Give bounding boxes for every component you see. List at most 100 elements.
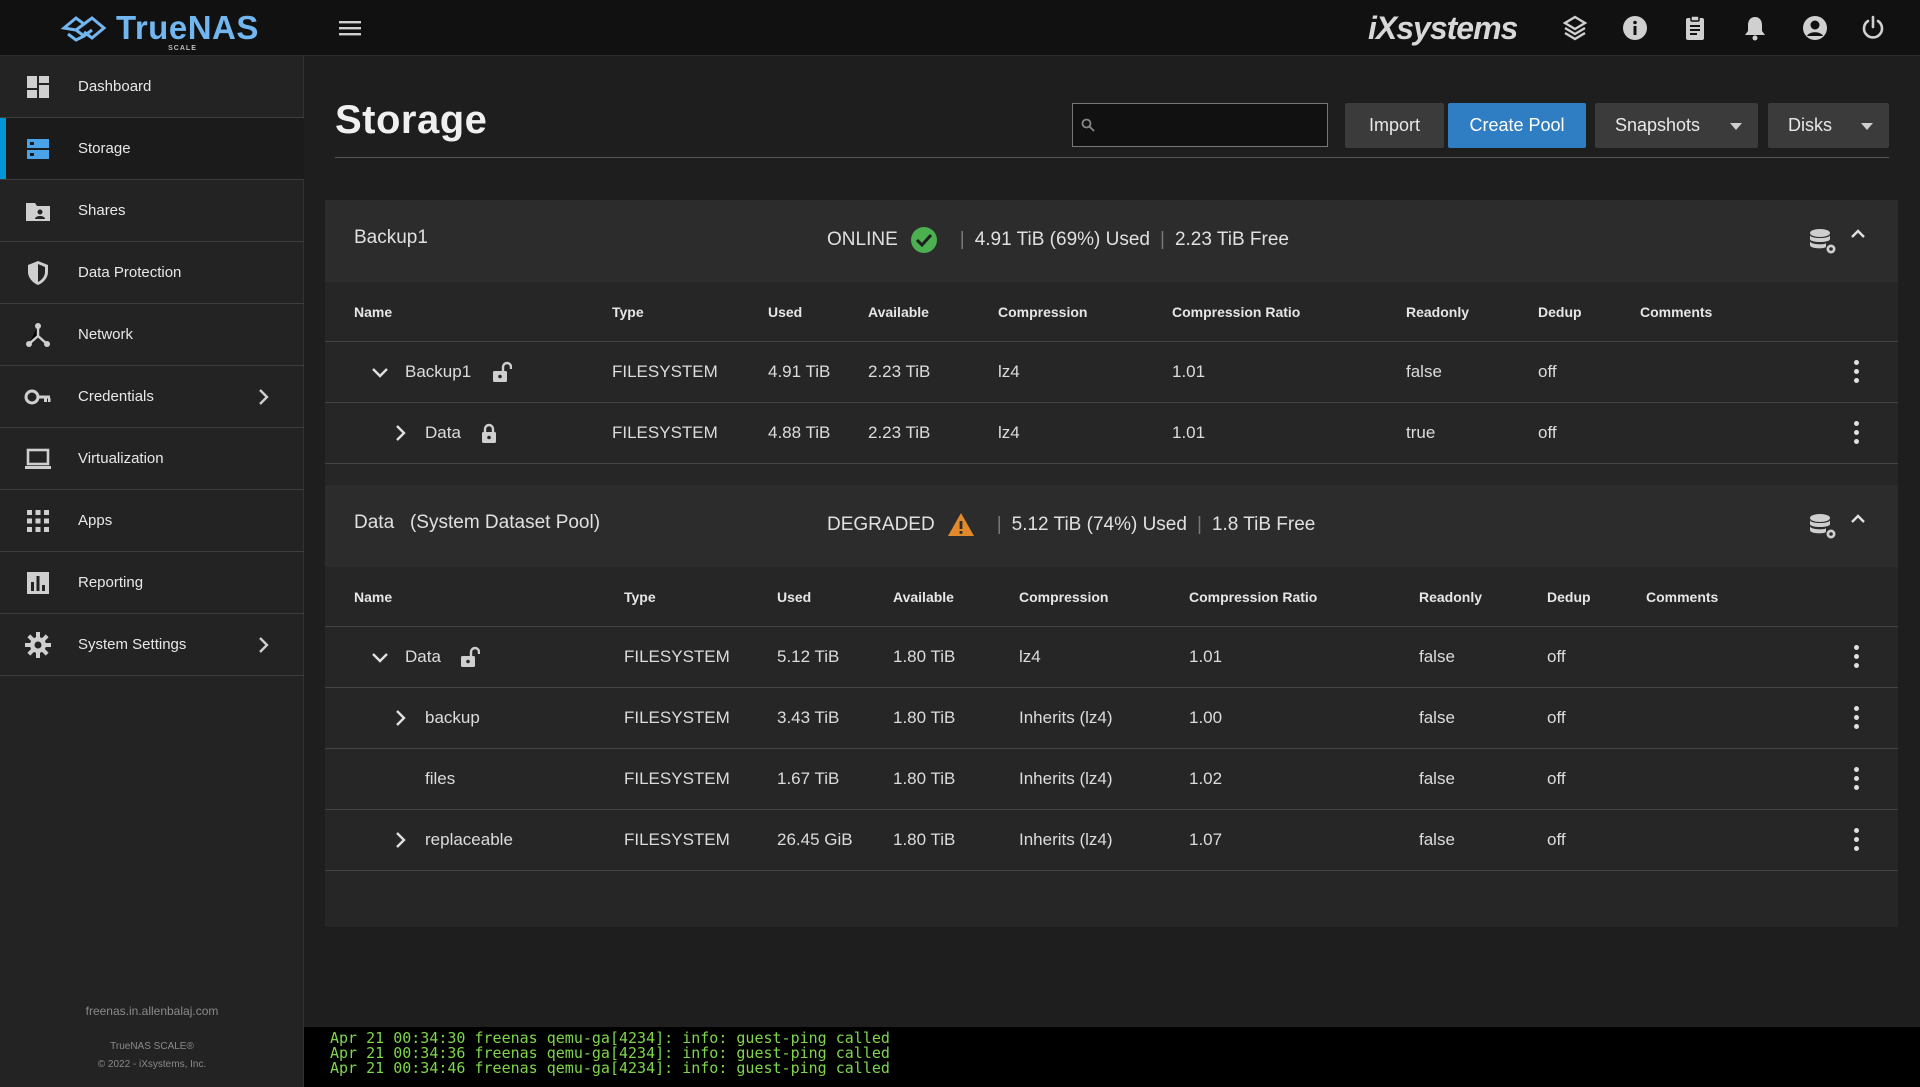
dataset-compression: lz4: [998, 423, 1020, 442]
chevron-up-icon[interactable]: [1848, 509, 1868, 529]
key-icon: [24, 389, 51, 405]
dataset-dedup: off: [1538, 362, 1557, 381]
sidebar-item-virtualization[interactable]: Virtualization: [0, 428, 304, 490]
table-header: Name Type Used Available Compression Com…: [325, 282, 1898, 342]
clipboard-icon[interactable]: [1679, 12, 1711, 44]
col-header: Type: [624, 589, 656, 605]
chevron-right-icon: [259, 637, 269, 653]
col-header: Readonly: [1419, 589, 1483, 605]
sidebar-item-dashboard[interactable]: Dashboard: [0, 56, 304, 118]
logo-subtext: SCALE: [168, 45, 197, 52]
dataset-used: 26.45 GiB: [777, 830, 853, 849]
col-header: Available: [893, 589, 954, 605]
dataset-name: Data: [405, 647, 441, 666]
separator: |: [1196, 514, 1202, 535]
col-header: Compression: [1019, 589, 1109, 605]
dataset-name: backup: [425, 708, 480, 727]
console-line: Apr 21 00:34:46 freenas qemu-ga[4234]: i…: [330, 1059, 890, 1077]
dataset-readonly: false: [1419, 830, 1455, 849]
col-header: Compression: [998, 304, 1088, 320]
sidebar-item-system-settings[interactable]: System Settings: [0, 614, 304, 676]
table-row[interactable]: Data FILESYSTEM 5.12 TiB 1.80 TiB lz4 1.…: [325, 627, 1898, 688]
sidebar-item-storage[interactable]: Storage: [0, 118, 304, 180]
disks-dropdown-button[interactable]: Disks: [1768, 103, 1889, 148]
more-vert-icon[interactable]: [1854, 421, 1860, 445]
account-circle-icon[interactable]: [1799, 12, 1831, 44]
table-header: Name Type Used Available Compression Com…: [325, 567, 1898, 627]
dataset-compression-ratio: 1.07: [1189, 830, 1223, 849]
table-row[interactable]: Data FILESYSTEM 4.88 TiB 2.23 TiB lz4 1.…: [325, 403, 1898, 464]
more-vert-icon[interactable]: [1854, 645, 1860, 669]
col-header: Available: [868, 304, 929, 320]
dataset-name: replaceable: [425, 830, 513, 849]
storage-icon: [27, 139, 49, 159]
chevron-down-icon[interactable]: [370, 362, 390, 382]
create-pool-button[interactable]: Create Pool: [1448, 103, 1586, 148]
col-header: Compression Ratio: [1172, 304, 1301, 320]
pool-card-data: Data (System Dataset Pool) DEGRADED | 5.…: [325, 485, 1898, 927]
more-vert-icon[interactable]: [1854, 767, 1860, 791]
sidebar-item-shares[interactable]: Shares: [0, 180, 304, 242]
dataset-dedup: off: [1547, 830, 1566, 849]
dataset-readonly: false: [1419, 708, 1455, 727]
more-vert-icon[interactable]: [1854, 360, 1860, 384]
bell-icon[interactable]: [1739, 12, 1771, 44]
col-header: Dedup: [1538, 304, 1582, 320]
sidebar-item-label: Apps: [78, 512, 113, 529]
more-vert-icon[interactable]: [1854, 706, 1860, 730]
col-header: Type: [612, 304, 644, 320]
pool-settings-icon[interactable]: [1808, 226, 1838, 256]
table-row[interactable]: files FILESYSTEM 1.67 TiB 1.80 TiB Inher…: [325, 749, 1898, 810]
dataset-compression: lz4: [1019, 647, 1041, 666]
col-header: Readonly: [1406, 304, 1470, 320]
sidebar-item-credentials[interactable]: Credentials: [0, 366, 304, 428]
chevron-right-icon[interactable]: [390, 830, 410, 850]
pool-header: Backup1 ONLINE | 4.91 TiB (69%) Used | 2…: [325, 200, 1898, 282]
pool-settings-icon[interactable]: [1808, 511, 1838, 541]
col-header: Used: [777, 589, 812, 605]
dataset-available: 1.80 TiB: [893, 769, 956, 788]
dataset-compression-ratio: 1.00: [1189, 708, 1223, 727]
pool-used-text: 5.12 TiB (74%) Used: [1011, 514, 1187, 535]
ixsystems-logo-text: iXsystems: [1368, 9, 1518, 46]
menu-icon[interactable]: [336, 14, 364, 42]
dataset-available: 1.80 TiB: [893, 830, 956, 849]
col-header: Comments: [1646, 589, 1719, 605]
table-row[interactable]: replaceable FILESYSTEM 26.45 GiB 1.80 Ti…: [325, 810, 1898, 871]
col-header: Comments: [1640, 304, 1713, 320]
dataset-readonly: false: [1406, 362, 1442, 381]
dataset-used: 5.12 TiB: [777, 647, 840, 666]
sidebar-item-network[interactable]: Network: [0, 304, 304, 366]
dataset-used: 1.67 TiB: [777, 769, 840, 788]
sidebar-item-label: Storage: [78, 140, 131, 157]
search-input[interactable]: [1072, 103, 1328, 147]
page-title: Storage: [335, 98, 488, 142]
chevron-up-icon[interactable]: [1848, 224, 1868, 244]
dataset-dedup: off: [1538, 423, 1557, 442]
snapshots-dropdown-button[interactable]: Snapshots: [1595, 103, 1758, 148]
sidebar-item-apps[interactable]: Apps: [0, 490, 304, 552]
pool-free-text: 2.23 TiB Free: [1174, 229, 1289, 250]
sidebar-item-reporting[interactable]: Reporting: [0, 552, 304, 614]
info-icon[interactable]: [1619, 12, 1651, 44]
truecommand-icon[interactable]: [1559, 12, 1591, 44]
search-icon: [1081, 118, 1095, 132]
import-button[interactable]: Import: [1345, 103, 1444, 148]
truenas-logo-icon: [60, 16, 107, 42]
sidebar-item-data-protection[interactable]: Data Protection: [0, 242, 304, 304]
chevron-down-icon[interactable]: [370, 647, 390, 667]
shield-icon: [28, 261, 48, 285]
more-vert-icon[interactable]: [1854, 828, 1860, 852]
chevron-right-icon[interactable]: [390, 423, 410, 443]
pool-free-text: 1.8 TiB Free: [1211, 514, 1316, 535]
dataset-compression: Inherits (lz4): [1019, 708, 1113, 727]
table-row[interactable]: backup FILESYSTEM 3.43 TiB 1.80 TiB Inhe…: [325, 688, 1898, 749]
chevron-right-icon[interactable]: [390, 708, 410, 728]
dataset-compression: Inherits (lz4): [1019, 769, 1113, 788]
sidebar-item-label: Data Protection: [78, 264, 182, 281]
table-row[interactable]: Backup1 FILESYSTEM 4.91 TiB 2.23 TiB lz4…: [325, 342, 1898, 403]
pool-status-summary: ONLINE | 4.91 TiB (69%) Used | 2.23 TiB …: [827, 226, 1289, 254]
separator: |: [996, 514, 1002, 535]
truenas-logo[interactable]: TrueNAS SCALE: [58, 6, 259, 52]
power-icon[interactable]: [1857, 12, 1889, 44]
